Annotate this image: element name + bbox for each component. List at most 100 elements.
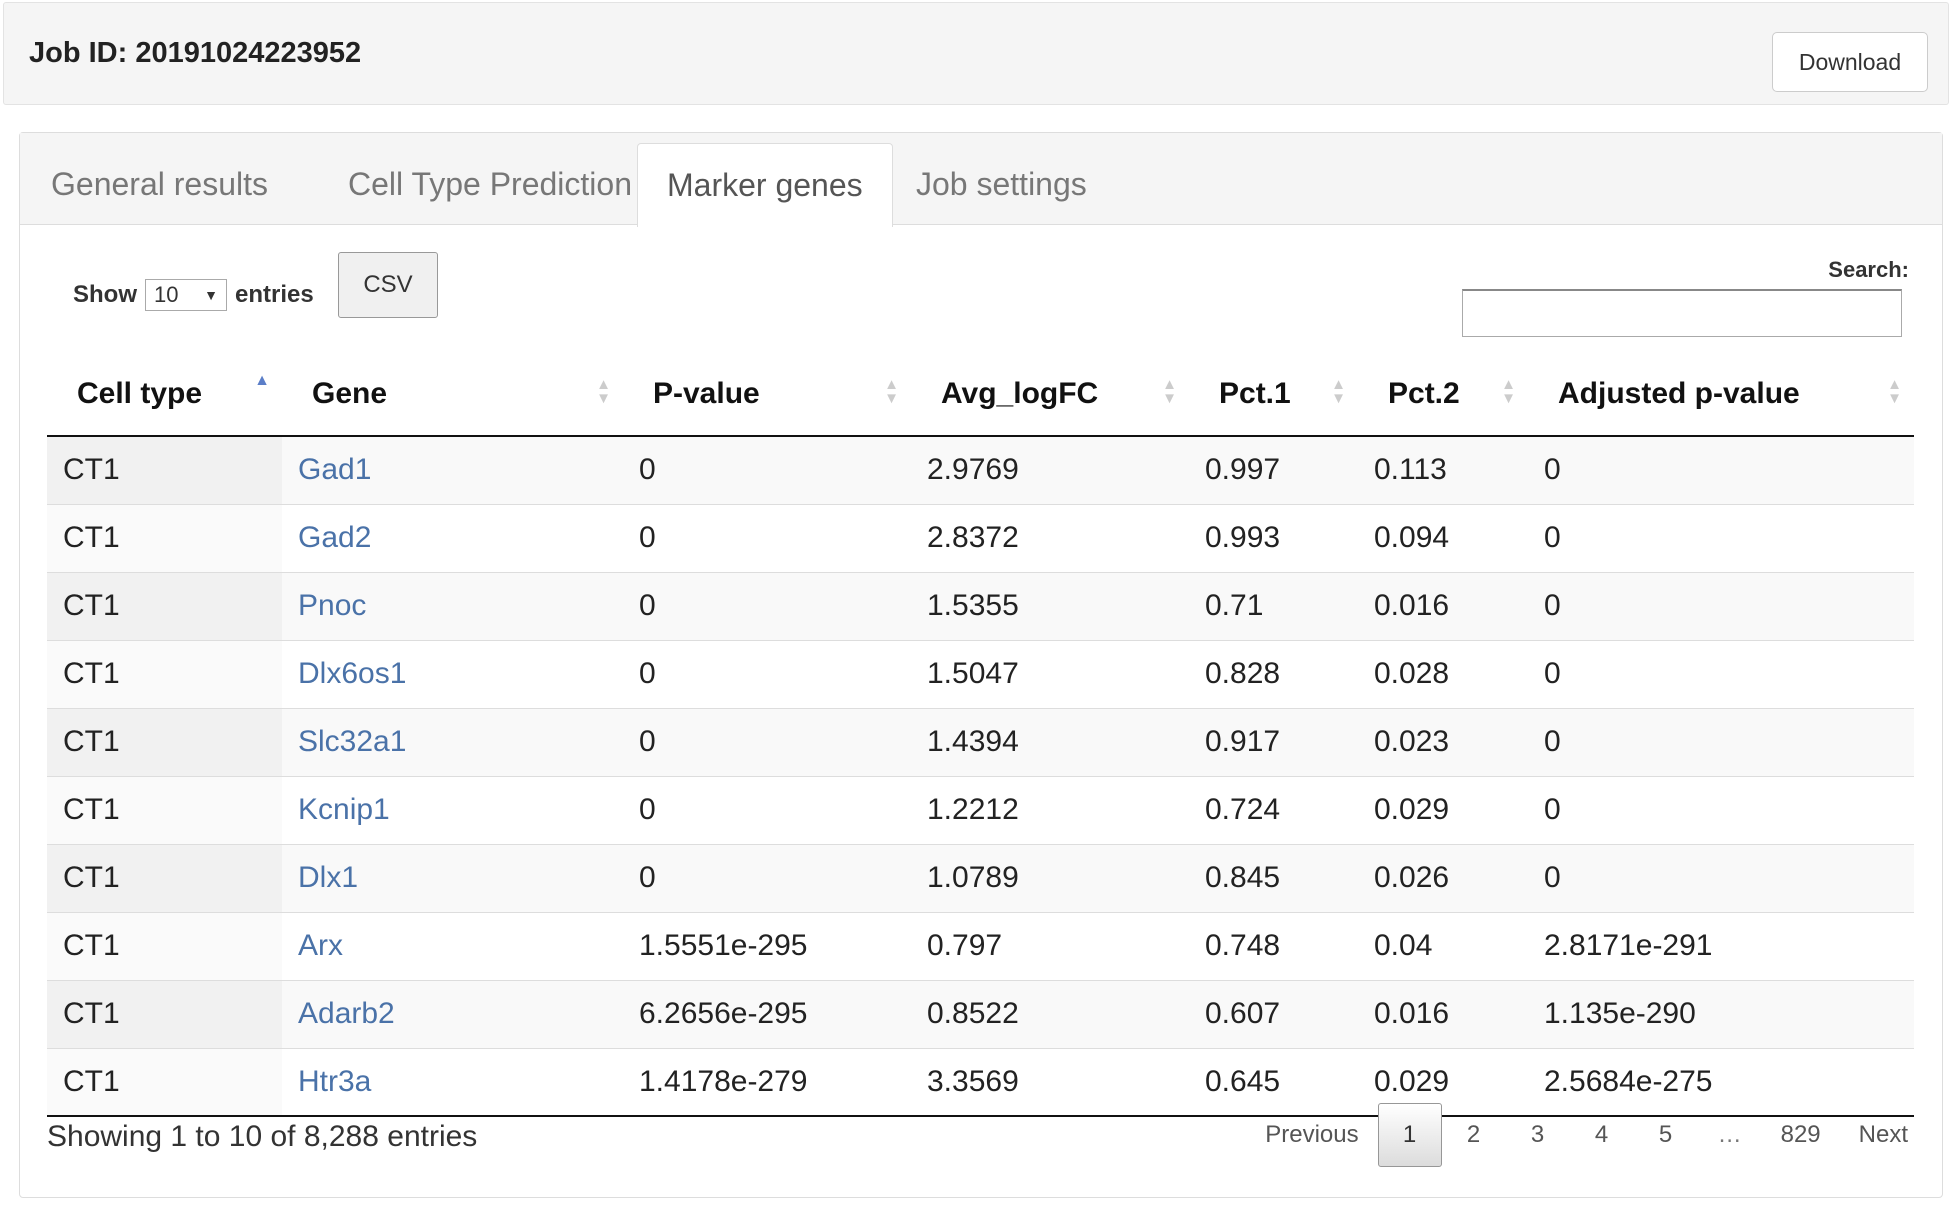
gene-link[interactable]: Arx: [298, 929, 343, 962]
pct1-cell: 0.917: [1189, 707, 1358, 776]
download-button[interactable]: Download: [1772, 32, 1928, 92]
gene-link[interactable]: Dlx1: [298, 861, 358, 894]
gene-link[interactable]: Htr3a: [298, 1065, 371, 1098]
previous-page-button[interactable]: Previous: [1246, 1103, 1377, 1167]
gene-link[interactable]: Kcnip1: [298, 793, 390, 826]
cell-type-cell: CT1: [47, 503, 282, 572]
page-button-5[interactable]: 5: [1634, 1103, 1698, 1167]
tab-bar: General results Cell Type Prediction Mar…: [20, 133, 1942, 227]
gene-cell: Gad2: [282, 503, 623, 572]
gene-link[interactable]: Gad2: [298, 521, 371, 554]
gene-cell: Kcnip1: [282, 775, 623, 844]
page-button-last[interactable]: 829: [1762, 1103, 1840, 1167]
column-header-avg-logfc[interactable]: Avg_logFC ▲ ▼: [911, 352, 1189, 437]
entries-length-control: Show 10 ▼ entries: [73, 279, 314, 311]
column-header-adjusted-p-value[interactable]: Adjusted p-value ▲ ▼: [1528, 352, 1914, 437]
gene-cell: Arx: [282, 911, 623, 980]
table-row: CT1 Gad2 0 2.8372 0.993 0.094 0: [47, 503, 1914, 572]
gene-cell: Slc32a1: [282, 707, 623, 776]
cell-type-cell: CT1: [47, 911, 282, 980]
pct1-cell: 0.724: [1189, 775, 1358, 844]
page-button-2[interactable]: 2: [1442, 1103, 1506, 1167]
page-button-3[interactable]: 3: [1506, 1103, 1570, 1167]
gene-cell: Pnoc: [282, 571, 623, 640]
adjusted-p-value-cell: 0: [1528, 436, 1914, 504]
adjusted-p-value-cell: 0: [1528, 639, 1914, 708]
pct1-cell: 0.993: [1189, 503, 1358, 572]
pct2-cell: 0.094: [1358, 503, 1528, 572]
job-title: Job ID: 20191024223952: [29, 37, 362, 69]
pct1-cell: 0.845: [1189, 843, 1358, 912]
gene-link[interactable]: Gad1: [298, 453, 371, 486]
pct1-cell: 0.607: [1189, 979, 1358, 1048]
cell-type-cell: CT1: [47, 979, 282, 1048]
avg-logfc-cell: 1.5355: [911, 571, 1189, 640]
table-row: CT1 Arx 1.5551e-295 0.797 0.748 0.04 2.8171e-2…: [47, 911, 1914, 980]
entries-select[interactable]: 10 ▼: [145, 279, 227, 311]
gene-cell: Htr3a: [282, 1047, 623, 1116]
gene-link[interactable]: Dlx6os1: [298, 657, 406, 690]
gene-link[interactable]: Adarb2: [298, 997, 395, 1030]
table-info: Showing 1 to 10 of 8,288 entries: [47, 1120, 478, 1153]
p-value-cell: 0: [623, 436, 911, 504]
search-input[interactable]: [1462, 289, 1902, 337]
pct1-cell: 0.997: [1189, 436, 1358, 504]
cell-type-cell: CT1: [47, 1047, 282, 1116]
gene-cell: Dlx6os1: [282, 639, 623, 708]
table-row: CT1 Pnoc 0 1.5355 0.71 0.016 0: [47, 571, 1914, 640]
avg-logfc-cell: 1.2212: [911, 775, 1189, 844]
tab-general-results[interactable]: General results: [21, 143, 298, 225]
cell-type-cell: CT1: [47, 571, 282, 640]
pagination: Previous 1 2 3 4 5 … 829 Next: [1246, 1103, 1927, 1167]
table-header-row: Cell type ▲ Gene ▲ ▼ P-value ▲ ▼ Avg_logFC…: [47, 352, 1914, 437]
table-row: CT1 Gad1 0 2.9769 0.997 0.113 0: [47, 436, 1914, 504]
job-header: Job ID: 20191024223952 Download: [3, 2, 1949, 105]
csv-export-button[interactable]: CSV: [338, 252, 438, 318]
gene-cell: Dlx1: [282, 843, 623, 912]
column-header-gene[interactable]: Gene ▲ ▼: [282, 352, 623, 437]
entries-label: entries: [235, 281, 314, 308]
p-value-cell: 0: [623, 775, 911, 844]
tab-marker-genes[interactable]: Marker genes: [637, 143, 893, 227]
pagination-ellipsis: …: [1717, 1121, 1742, 1148]
sort-icon: ▲ ▼: [884, 376, 899, 407]
next-page-button[interactable]: Next: [1840, 1103, 1927, 1167]
column-header-p-value[interactable]: P-value ▲ ▼: [623, 352, 911, 437]
p-value-cell: 6.2656e-295: [623, 979, 911, 1048]
avg-logfc-cell: 3.3569: [911, 1047, 1189, 1116]
entries-select-value: 10: [154, 282, 179, 307]
sort-ascending-icon: ▲: [254, 372, 270, 389]
adjusted-p-value-cell: 0: [1528, 843, 1914, 912]
column-header-cell-type[interactable]: Cell type ▲: [47, 352, 282, 437]
adjusted-p-value-cell: 0: [1528, 571, 1914, 640]
tab-job-settings[interactable]: Job settings: [886, 143, 1117, 225]
p-value-cell: 0: [623, 639, 911, 708]
pct2-cell: 0.016: [1358, 571, 1528, 640]
pct1-cell: 0.71: [1189, 571, 1358, 640]
page-button-1[interactable]: 1: [1377, 1103, 1442, 1167]
adjusted-p-value-cell: 0: [1528, 503, 1914, 572]
p-value-cell: 0: [623, 503, 911, 572]
tab-cell-type-prediction[interactable]: Cell Type Prediction: [318, 143, 662, 225]
p-value-cell: 0: [623, 571, 911, 640]
pct2-cell: 0.028: [1358, 639, 1528, 708]
pct2-cell: 0.016: [1358, 979, 1528, 1048]
adjusted-p-value-cell: 2.8171e-291: [1528, 911, 1914, 980]
pct1-cell: 0.828: [1189, 639, 1358, 708]
column-header-pct2[interactable]: Pct.2 ▲ ▼: [1358, 352, 1528, 437]
adjusted-p-value-cell: 0: [1528, 775, 1914, 844]
column-header-pct1[interactable]: Pct.1 ▲ ▼: [1189, 352, 1358, 437]
gene-link[interactable]: Slc32a1: [298, 725, 406, 758]
avg-logfc-cell: 0.797: [911, 911, 1189, 980]
pct2-cell: 0.113: [1358, 436, 1528, 504]
p-value-cell: 1.4178e-279: [623, 1047, 911, 1116]
cell-type-cell: CT1: [47, 436, 282, 504]
cell-type-cell: CT1: [47, 707, 282, 776]
gene-link[interactable]: Pnoc: [298, 589, 366, 622]
sort-icon: ▲ ▼: [1331, 376, 1346, 407]
page-button-4[interactable]: 4: [1570, 1103, 1634, 1167]
pct2-cell: 0.026: [1358, 843, 1528, 912]
sort-icon: ▲ ▼: [1887, 376, 1902, 407]
search-label: Search:: [1828, 257, 1909, 282]
chevron-down-icon: ▼: [204, 287, 218, 303]
